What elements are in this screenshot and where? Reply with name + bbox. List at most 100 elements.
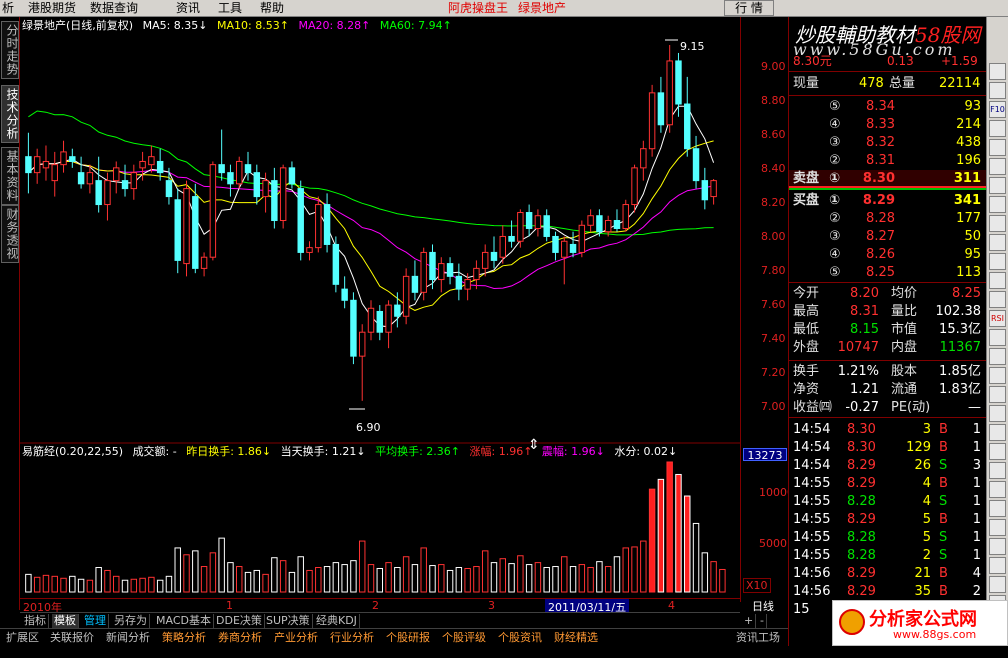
menu-item-analysis[interactable]: 析 bbox=[2, 1, 14, 15]
tab-intraday[interactable]: 分时走势 bbox=[1, 21, 19, 79]
tab-news-workshop[interactable]: 资讯工场 bbox=[736, 631, 780, 645]
toolbar-icon[interactable] bbox=[989, 538, 1006, 555]
toolbar-icon[interactable] bbox=[989, 348, 1006, 365]
toolbar-icon[interactable] bbox=[989, 120, 1006, 137]
tab-financials[interactable]: 财务透视 bbox=[1, 205, 19, 263]
toolbar-icon[interactable] bbox=[989, 139, 1006, 156]
toolbar-icon[interactable] bbox=[989, 557, 1006, 574]
tab-nav-plus[interactable]: + bbox=[742, 614, 757, 628]
volume-bar bbox=[473, 566, 480, 593]
tab-sector[interactable]: 行业分析 bbox=[330, 631, 374, 645]
candle-body bbox=[253, 172, 261, 198]
toolbar-icon[interactable] bbox=[989, 462, 1006, 479]
volume-bar bbox=[113, 575, 120, 593]
tab-rating[interactable]: 个股评级 bbox=[442, 631, 486, 645]
stat-label: 均价 bbox=[891, 286, 918, 301]
bid-price: 8.27 bbox=[866, 229, 895, 244]
stat-value: 8.31 bbox=[850, 304, 879, 319]
toolbar-icon[interactable]: RSI bbox=[989, 310, 1006, 327]
toolbar-icon[interactable] bbox=[989, 82, 1006, 99]
price-axis: 9.00 8.80 8.60 8.40 8.20 8.00 7.80 7.60 … bbox=[740, 17, 794, 602]
candle-body bbox=[139, 160, 146, 169]
candle-body bbox=[455, 275, 463, 290]
toolbar-icon[interactable] bbox=[989, 386, 1006, 403]
volume-legend: 易筋经(0.20,22,55) 成交额: - 昨日换手: 1.86↓ 当天换手:… bbox=[22, 445, 683, 458]
tick-time: 14:55 bbox=[793, 476, 831, 491]
toolbar-icon[interactable] bbox=[989, 481, 1006, 498]
price-tick: 7.60 bbox=[761, 298, 786, 311]
tab-research[interactable]: 个股研报 bbox=[386, 631, 430, 645]
tab-template[interactable]: 模板 bbox=[52, 614, 79, 628]
period-label[interactable]: 日线 bbox=[752, 598, 774, 614]
tab-industry-chain[interactable]: 产业分析 bbox=[274, 631, 318, 645]
toolbar-icon[interactable] bbox=[989, 291, 1006, 308]
kline-chart[interactable]: 9.15 6.90 ⇕ bbox=[20, 17, 740, 602]
tab-save-as[interactable]: 另存为 bbox=[112, 614, 150, 628]
tab-finance-select[interactable]: 财经精选 bbox=[554, 631, 598, 645]
tab-kdj[interactable]: 经典KDJ bbox=[314, 614, 360, 628]
tab-dde[interactable]: DDE决策 bbox=[214, 614, 265, 628]
toolbar-icon[interactable] bbox=[989, 424, 1006, 441]
toolbar-icon[interactable] bbox=[989, 576, 1006, 593]
candle-body bbox=[183, 188, 190, 265]
menu-item-data-query[interactable]: 数据查询 bbox=[90, 1, 138, 15]
menu-item-tools[interactable]: 工具 bbox=[218, 1, 242, 15]
volume-bar bbox=[402, 556, 410, 593]
candle-body bbox=[130, 172, 138, 190]
tab-macd[interactable]: MACD基本 bbox=[154, 614, 214, 628]
tab-technical[interactable]: 技术分析 bbox=[1, 85, 19, 143]
toolbar-icon[interactable] bbox=[989, 234, 1006, 251]
volume-bar bbox=[350, 560, 357, 593]
toolbar-icon[interactable] bbox=[989, 405, 1006, 422]
legend-today-turnover: 当天换手: 1.21↓ bbox=[280, 445, 366, 458]
menu-item-news[interactable]: 资讯 bbox=[176, 1, 200, 15]
toolbar-icon[interactable] bbox=[989, 215, 1006, 232]
menubar: 析 港股期货 数据查询 资讯 工具 帮助 阿虎操盘王 绿景地产 行 情 bbox=[0, 0, 1008, 17]
bid-price: 8.29 bbox=[862, 193, 895, 208]
volume-bar bbox=[200, 566, 208, 593]
tab-manage[interactable]: 管理 bbox=[82, 614, 109, 628]
stat-row: 净资 1.21 流通 1.83亿 bbox=[789, 381, 987, 399]
toolbar-icon[interactable] bbox=[989, 519, 1006, 536]
toolbar-icon[interactable] bbox=[989, 253, 1006, 270]
candle-body bbox=[315, 204, 322, 249]
tab-broker[interactable]: 券商分析 bbox=[218, 631, 262, 645]
bid-price: 8.26 bbox=[866, 247, 895, 262]
tab-stock-news[interactable]: 个股资讯 bbox=[498, 631, 542, 645]
tick-volume: 2 bbox=[922, 548, 931, 563]
tab-nav-minus[interactable]: - bbox=[758, 614, 767, 628]
volume-tick: 5000 bbox=[759, 537, 787, 550]
tab-news-analysis[interactable]: 新闻分析 bbox=[106, 631, 150, 645]
tab-indicator[interactable]: 指标 bbox=[22, 614, 49, 628]
tab-strategy[interactable]: 策略分析 bbox=[162, 631, 206, 645]
toolbar-icon[interactable] bbox=[989, 329, 1006, 346]
volume-bar bbox=[543, 567, 550, 593]
toolbar-icon[interactable]: F10 bbox=[989, 101, 1006, 118]
chart-area[interactable]: 9.15 6.90 ⇕ 绿景地产(日线,前复权) MA5: 8.35↓ MA10… bbox=[20, 17, 740, 602]
toolbar-icon[interactable] bbox=[989, 63, 1006, 80]
tick-time: 14:54 bbox=[793, 440, 831, 455]
tab-sup[interactable]: SUP决策 bbox=[264, 614, 313, 628]
market-button[interactable]: 行 情 bbox=[724, 0, 774, 16]
candle-body bbox=[350, 299, 357, 357]
tab-related-quotes[interactable]: 关联报价 bbox=[50, 631, 94, 645]
tab-ext-area[interactable]: 扩展区 bbox=[6, 631, 39, 645]
candle-body bbox=[552, 235, 559, 253]
ask-level: ⑤ bbox=[829, 99, 841, 114]
tick-direction: B bbox=[939, 566, 948, 581]
toolbar-icon[interactable] bbox=[989, 367, 1006, 384]
menu-item-help[interactable]: 帮助 bbox=[260, 1, 284, 15]
toolbar-icon[interactable] bbox=[989, 177, 1006, 194]
toolbar-icon[interactable] bbox=[989, 196, 1006, 213]
tab-fundamentals[interactable]: 基本资料 bbox=[1, 147, 19, 205]
ask-volume: 438 bbox=[956, 135, 981, 150]
volume-bar bbox=[464, 567, 471, 593]
toolbar-icon[interactable] bbox=[989, 443, 1006, 460]
menu-item-hk-futures[interactable]: 港股期货 bbox=[28, 1, 76, 15]
toolbar-icon[interactable] bbox=[989, 272, 1006, 289]
toolbar-icon[interactable] bbox=[989, 500, 1006, 517]
volume-bar bbox=[710, 561, 717, 593]
date-month-3: 3 bbox=[488, 599, 495, 612]
quote-panel: 炒股輔助教材58股网 www.58Gu.com 8.30元 0.13 +1.59… bbox=[788, 17, 987, 646]
toolbar-icon[interactable] bbox=[989, 158, 1006, 175]
